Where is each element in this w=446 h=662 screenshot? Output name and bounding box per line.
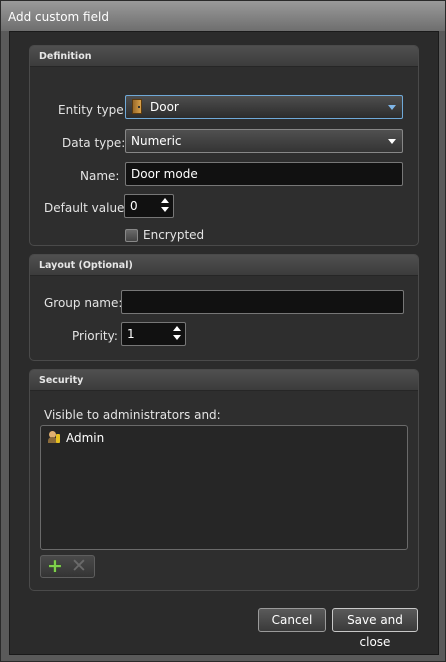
data-type-value: Numeric [131,134,182,148]
dialog-title: Add custom field [8,10,109,24]
encrypted-checkbox[interactable] [125,229,138,242]
layout-group: Layout (Optional) Group name: Priority: … [29,254,419,361]
default-value-spinner[interactable]: 0 [124,194,174,218]
data-type-label: Data type: [62,136,126,150]
chevron-down-icon [388,139,396,144]
layout-header: Layout (Optional) [30,255,418,276]
default-value-value: 0 [130,199,138,213]
door-icon [132,99,142,114]
name-input[interactable]: Door mode [125,162,403,186]
entity-type-select[interactable]: Door [125,95,403,119]
default-value-label: Default value: [44,201,129,215]
user-key-icon [48,431,61,444]
visible-to-label: Visible to administrators and: [44,408,221,422]
group-name-input[interactable] [121,290,404,314]
security-header: Security [30,370,418,391]
entity-type-value: Door [150,100,179,114]
group-name-label: Group name: [44,296,123,310]
cross-icon[interactable]: ✕ [70,557,88,576]
definition-group: Definition Entity type: Door Data type: … [29,45,419,246]
encrypted-label[interactable]: Encrypted [143,228,204,242]
data-type-select[interactable]: Numeric [125,129,403,153]
list-item[interactable]: Admin [48,431,104,445]
priority-spinner[interactable]: 1 [121,322,186,346]
dialog-window: Add custom field Definition Entity type:… [0,0,446,662]
plus-icon[interactable]: + [46,557,64,576]
name-value: Door mode [131,167,198,181]
save-and-close-button[interactable]: Save and close [332,608,418,649]
definition-header: Definition [30,46,418,67]
chevron-down-icon [388,105,396,110]
list-toolbar: + ✕ [40,555,95,578]
list-item-label: Admin [66,431,105,445]
priority-label: Priority: [72,329,118,343]
entity-type-label: Entity type: [58,103,128,117]
spinner-arrows-icon[interactable] [173,326,181,342]
title-bar[interactable]: Add custom field [1,1,445,31]
spinner-arrows-icon[interactable] [161,198,169,214]
cancel-button[interactable]: Cancel [258,608,326,632]
administrators-list[interactable]: Admin [40,425,408,550]
name-label: Name: [80,169,120,183]
dialog-body: Definition Entity type: Door Data type: … [9,31,439,655]
security-group: Security Visible to administrators and: … [29,369,419,591]
priority-value: 1 [127,327,135,341]
